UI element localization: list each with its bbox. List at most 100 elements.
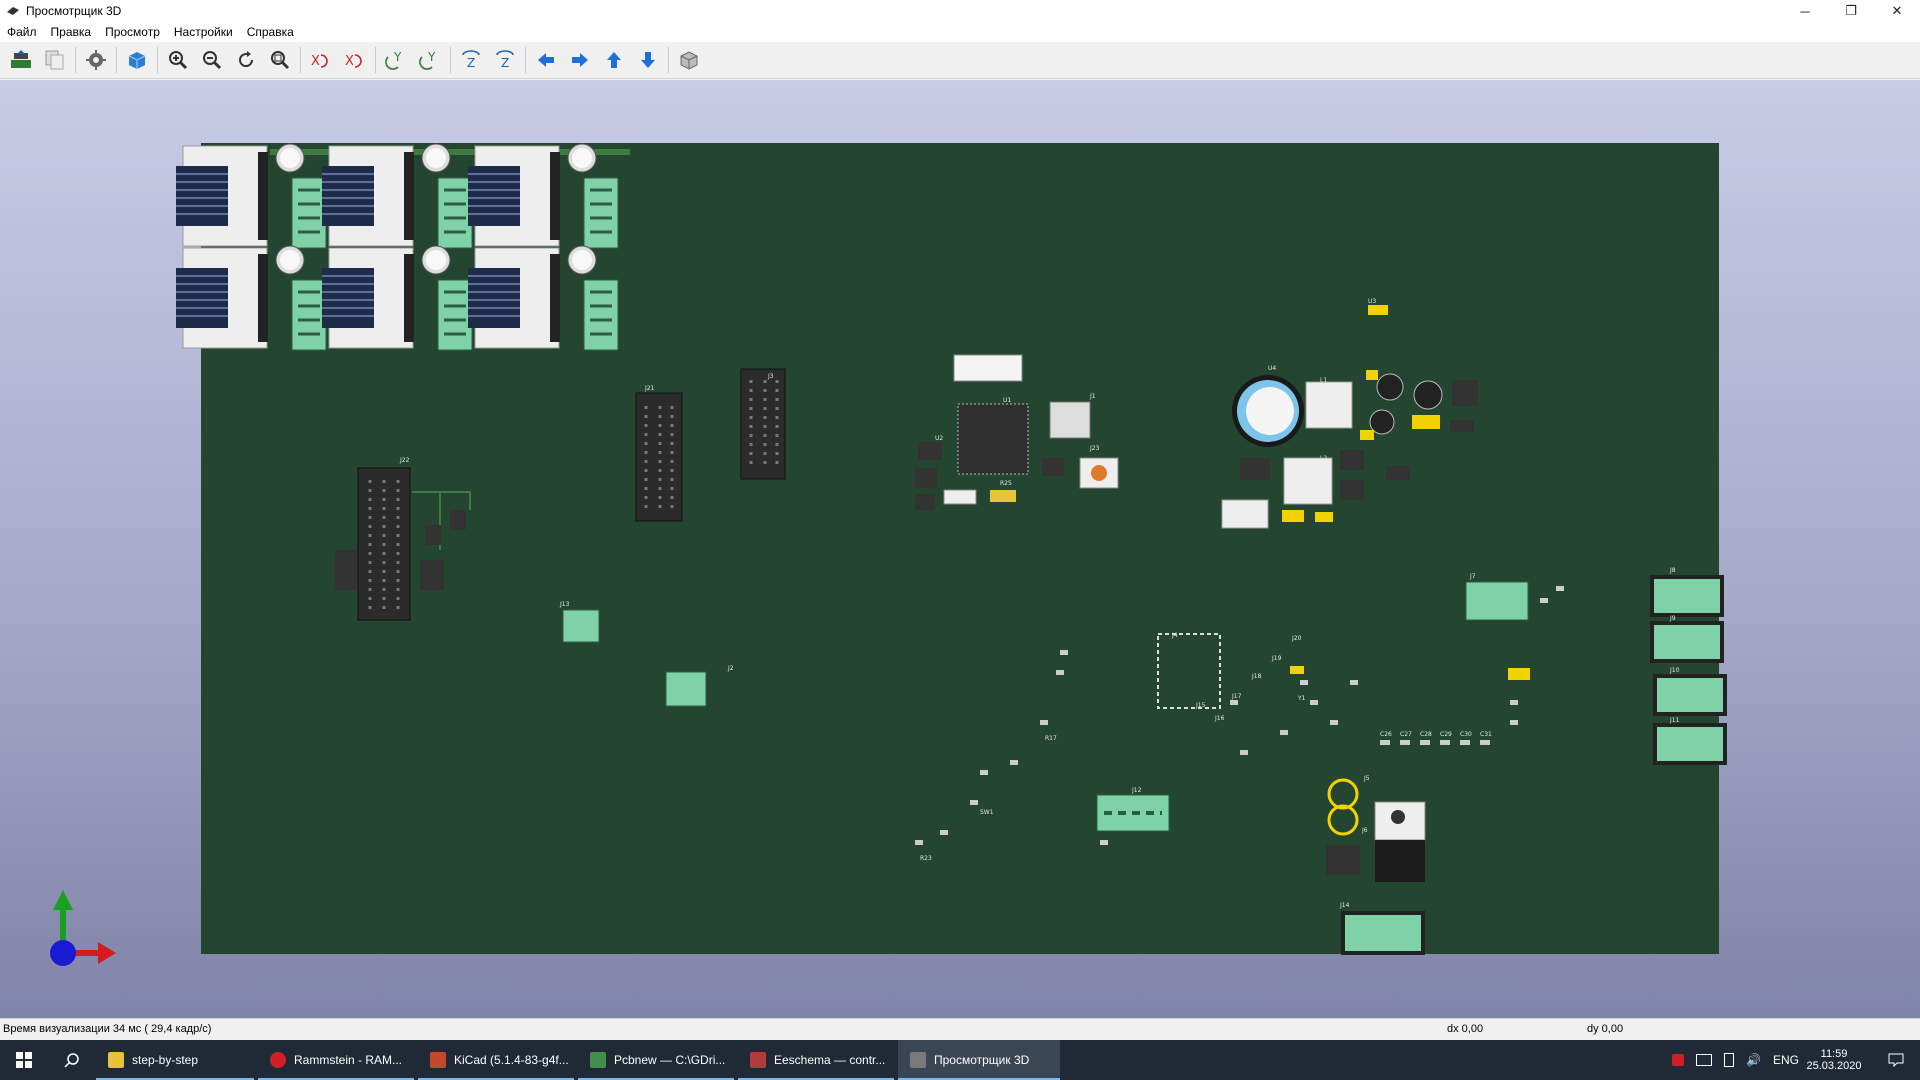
- move-right-button[interactable]: [565, 45, 595, 75]
- silkscreen-label: C31: [1480, 731, 1492, 738]
- search-button[interactable]: [48, 1040, 96, 1080]
- eeschema-icon: [750, 1052, 766, 1068]
- close-button[interactable]: ✕: [1874, 0, 1920, 22]
- clock-time: 11:59: [1820, 1048, 1848, 1060]
- silkscreen-label: C26: [1380, 731, 1392, 738]
- taskbar-item-label: step-by-step: [132, 1053, 199, 1067]
- zoom-out-button[interactable]: [197, 45, 227, 75]
- move-up-button[interactable]: [599, 45, 629, 75]
- menu-view[interactable]: Просмотр: [98, 25, 167, 39]
- silkscreen-label: J17: [1231, 693, 1242, 700]
- redraw-button[interactable]: [231, 45, 261, 75]
- rotate-y-ccw-button[interactable]: Y: [415, 45, 445, 75]
- taskbar-item-kicad[interactable]: KiCad (5.1.4-83-g4f...: [418, 1040, 574, 1080]
- antivirus-tray-icon[interactable]: [1672, 1054, 1684, 1066]
- pcb-board-render[interactable]: U1 U2 U3 U4 L1 L2 J1 J2 J3 J4 J5 J6 J7 J8 J9 J10 J11 J12 J…: [0, 80, 1920, 1018]
- status-bar: Время визуализации 34 мс ( 29,4 кадр/с) …: [0, 1018, 1920, 1041]
- silkscreen-label: J4: [1171, 632, 1178, 639]
- silkscreen-label: J21: [644, 385, 655, 392]
- toolbar-separator: [116, 47, 117, 73]
- connector-j10: [1650, 575, 1724, 617]
- zoom-out-icon: [203, 51, 222, 70]
- rotate-z-ccw-icon: Z: [496, 50, 514, 70]
- silkscreen-label: J23: [1089, 445, 1100, 452]
- silkscreen-label: J11: [1669, 717, 1680, 724]
- restore-button[interactable]: ❐: [1828, 0, 1874, 22]
- 3d-viewport[interactable]: U1 U2 U3 U4 L1 L2 J1 J2 J3 J4 J5 J6 J7 J8 J9 J10 J11 J12 J…: [0, 80, 1920, 1018]
- move-down-icon: [641, 52, 655, 68]
- silkscreen-label: J7: [1469, 573, 1476, 580]
- menu-settings[interactable]: Настройки: [167, 25, 240, 39]
- toolbar-separator: [157, 47, 158, 73]
- move-right-icon: [572, 53, 588, 67]
- silkscreen-label: J2: [727, 665, 734, 672]
- rotate-z-ccw-button[interactable]: Z: [490, 45, 520, 75]
- svg-text:X: X: [311, 54, 320, 69]
- volume-icon[interactable]: 🔊: [1746, 1053, 1761, 1067]
- zoom-fit-icon: [271, 51, 290, 70]
- connector-j11: [1650, 621, 1724, 663]
- 3d-viewer-icon: [910, 1052, 926, 1068]
- silkscreen-label: J19: [1271, 655, 1282, 662]
- svg-text:Y: Y: [427, 50, 436, 64]
- connector-j19: [562, 609, 600, 643]
- rotate-y-cw-button[interactable]: Y: [381, 45, 411, 75]
- rotate-y-cw-icon: Y: [385, 50, 402, 70]
- rotate-x-ccw-button[interactable]: X: [340, 45, 370, 75]
- start-button[interactable]: [0, 1040, 48, 1080]
- rotate-z-cw-button[interactable]: Z: [456, 45, 486, 75]
- windows-taskbar: step-by-step Rammstein - RAM... KiCad (5…: [0, 1040, 1920, 1080]
- menu-file[interactable]: Файл: [0, 25, 44, 39]
- move-left-icon: [538, 53, 554, 67]
- silkscreen-label: J20: [1291, 635, 1302, 642]
- move-down-button[interactable]: [633, 45, 663, 75]
- clock[interactable]: 11:59 25.03.2020: [1806, 1040, 1862, 1080]
- taskbar-item-step-by-step[interactable]: step-by-step: [96, 1040, 254, 1080]
- move-up-icon: [607, 52, 621, 68]
- silkscreen-label: J16: [1214, 715, 1225, 722]
- raytracing-button[interactable]: [122, 45, 152, 75]
- ortho-view-icon: [680, 51, 698, 70]
- title-bar: Просмотрщик 3D ─ ❐ ✕: [0, 0, 1920, 22]
- settings-icon: [86, 50, 106, 70]
- svg-text:Z: Z: [467, 56, 475, 70]
- toolbar-separator: [375, 47, 376, 73]
- silkscreen-label: C27: [1400, 731, 1412, 738]
- silkscreen-label: J9: [1669, 615, 1676, 622]
- taskbar-item-3d-viewer[interactable]: Просмотрщик 3D: [898, 1040, 1060, 1080]
- usb-connector: [953, 354, 1023, 382]
- settings-button[interactable]: [81, 45, 111, 75]
- silkscreen-label: SW1: [980, 809, 994, 816]
- ortho-view-button[interactable]: [674, 45, 704, 75]
- zoom-in-button[interactable]: [163, 45, 193, 75]
- connector-j7: [1465, 581, 1529, 621]
- copy-image-button[interactable]: [40, 45, 70, 75]
- network-tray-icon[interactable]: [1696, 1054, 1712, 1066]
- silkscreen-label: U4: [1268, 365, 1276, 372]
- menu-edit[interactable]: Правка: [44, 25, 99, 39]
- mcu-chip: [957, 403, 1029, 475]
- silkscreen-label: C29: [1440, 731, 1452, 738]
- silkscreen-label: L2: [1320, 455, 1327, 462]
- svg-text:Z: Z: [501, 56, 509, 70]
- taskbar-item-label: Pcbnew — C:\GDri...: [614, 1053, 726, 1067]
- mini-usb-jack: [1049, 401, 1091, 439]
- notifications-button[interactable]: [1876, 1040, 1916, 1080]
- silkscreen-label: R17: [1045, 735, 1057, 742]
- taskbar-item-pcbnew[interactable]: Pcbnew — C:\GDri...: [578, 1040, 734, 1080]
- dy-readout: dy 0,00: [1587, 1023, 1624, 1035]
- pcbnew-icon: [590, 1052, 606, 1068]
- menu-help[interactable]: Справка: [240, 25, 301, 39]
- language-indicator[interactable]: ENG: [1773, 1053, 1799, 1067]
- usb-tray-icon[interactable]: [1724, 1053, 1734, 1067]
- move-left-button[interactable]: [531, 45, 561, 75]
- zoom-fit-button[interactable]: [265, 45, 295, 75]
- taskbar-item-eeschema[interactable]: Eeschema — contr...: [738, 1040, 894, 1080]
- svg-text:X: X: [345, 54, 354, 69]
- reload-board-button[interactable]: [6, 45, 36, 75]
- rotate-x-cw-button[interactable]: X: [306, 45, 336, 75]
- dx-readout: dx 0,00: [1447, 1023, 1484, 1035]
- kicad-icon: [430, 1052, 446, 1068]
- minimize-button[interactable]: ─: [1782, 0, 1828, 22]
- taskbar-item-opera[interactable]: Rammstein - RAM...: [258, 1040, 414, 1080]
